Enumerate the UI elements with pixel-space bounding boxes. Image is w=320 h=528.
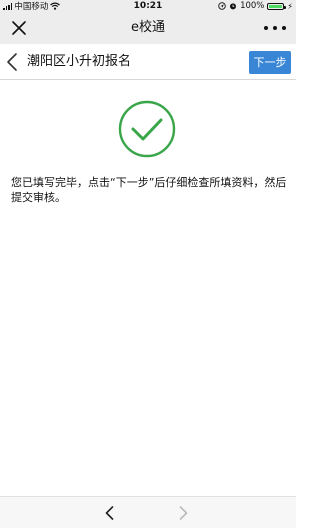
app-title: e校通 [131, 20, 165, 35]
next-step-button[interactable]: 下一步 [249, 51, 291, 74]
app-title-bar: e校通 [0, 12, 296, 44]
bottom-toolbar [0, 496, 296, 528]
chevron-left-icon[interactable] [4, 52, 22, 72]
location-icon [218, 2, 226, 10]
battery-percent: 100% [240, 1, 265, 11]
charging-icon: ⚡ [287, 1, 293, 11]
page-header: 潮阳区小升初报名 下一步 [0, 44, 296, 80]
page-title: 潮阳区小升初报名 [27, 54, 132, 69]
completion-message: 您已填写完毕，点击“下一步”后仔细检查所填资料，然后提交审核。 [11, 176, 287, 204]
success-check-icon [118, 100, 176, 158]
status-right: 100% ⚡ [218, 0, 293, 12]
alarm-icon [230, 3, 237, 10]
battery-icon [267, 2, 287, 10]
forward-arrow-icon[interactable] [174, 504, 192, 522]
close-icon[interactable] [9, 18, 29, 38]
more-icon[interactable] [264, 20, 286, 36]
back-arrow-icon[interactable] [101, 504, 119, 522]
status-bar: 中国移动 10:21 100% ⚡ [0, 0, 296, 12]
